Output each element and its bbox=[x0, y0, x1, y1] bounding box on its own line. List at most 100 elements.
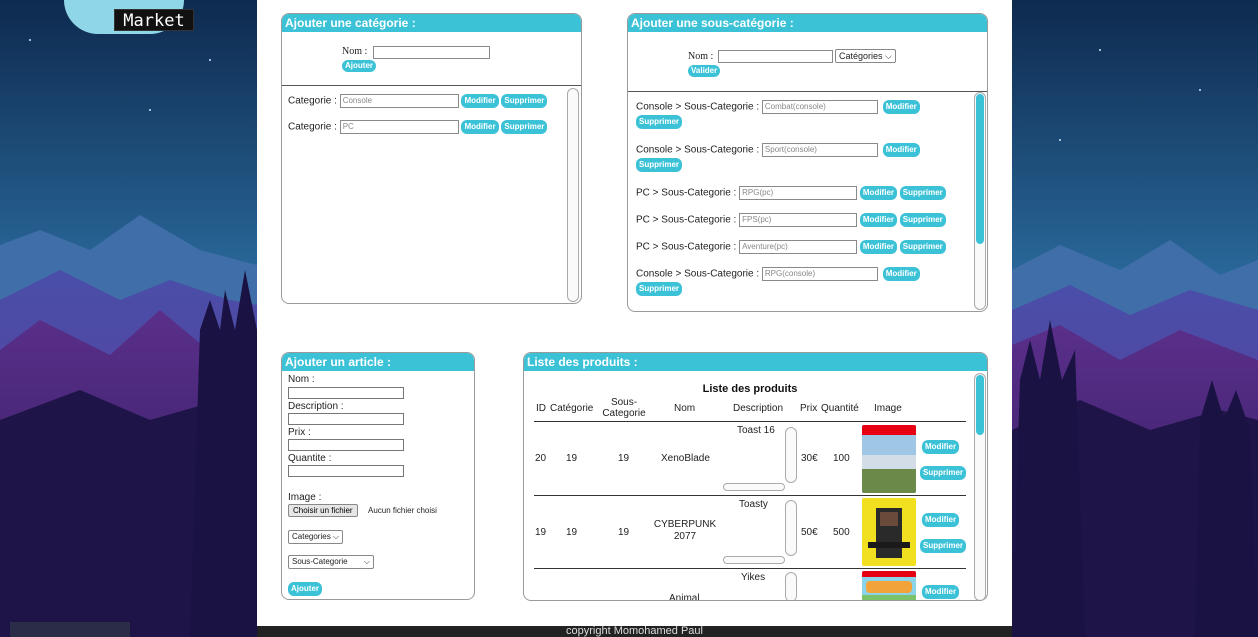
article-description-label: Description : bbox=[288, 401, 344, 412]
edit-subcategory-button[interactable]: Modifier bbox=[882, 267, 920, 281]
column-header-name: Nom bbox=[674, 403, 696, 414]
article-quantity-input[interactable] bbox=[288, 465, 404, 477]
edit-subcategory-button[interactable]: Modifier bbox=[859, 213, 897, 227]
subcategory-row-wrap: Supprimer bbox=[636, 282, 683, 296]
product-image-xenoblade bbox=[862, 425, 916, 493]
edit-subcategory-button[interactable]: Modifier bbox=[859, 240, 897, 254]
add-category-button[interactable]: Ajouter bbox=[342, 60, 376, 72]
column-header-description: Description bbox=[733, 403, 784, 414]
article-description-input[interactable] bbox=[288, 413, 404, 425]
edit-product-button[interactable]: Modifier bbox=[922, 440, 960, 454]
subcategory-list-scrollbar[interactable] bbox=[974, 92, 986, 310]
choose-file-button[interactable]: Choisir un fichier bbox=[288, 504, 358, 517]
products-list-title: Liste des produits : bbox=[524, 353, 987, 371]
article-price-input[interactable] bbox=[288, 439, 404, 451]
description-hscrollbar[interactable] bbox=[723, 556, 785, 564]
category-list-scrollbar[interactable] bbox=[567, 88, 579, 302]
category-row-label: Categorie : bbox=[288, 121, 337, 133]
site-logo[interactable]: Market bbox=[114, 9, 194, 31]
cell-name: CYBERPUNK 2077 bbox=[653, 519, 717, 542]
subcategory-name-input[interactable] bbox=[718, 50, 833, 63]
add-category-panel: Ajouter une catégorie : Nom : Ajouter Ca… bbox=[281, 13, 582, 304]
edit-category-button[interactable]: Modifier bbox=[461, 94, 499, 108]
delete-subcategory-button[interactable]: Supprimer bbox=[636, 158, 683, 172]
edit-subcategory-button[interactable]: Modifier bbox=[859, 186, 897, 200]
subcategory-value-input[interactable]: RPG(pc) bbox=[739, 186, 858, 200]
delete-subcategory-button[interactable]: Supprimer bbox=[899, 213, 946, 227]
article-image-label: Image : bbox=[288, 492, 322, 503]
category-value-input[interactable]: Console bbox=[339, 94, 459, 108]
cell-quantity: 500 bbox=[833, 527, 850, 538]
article-subcategory-select[interactable]: Sous-Categorie ⌵ bbox=[288, 555, 374, 569]
delete-category-button[interactable]: Supprimer bbox=[501, 120, 548, 134]
edit-product-button[interactable]: Modifier bbox=[922, 513, 960, 527]
edit-category-button[interactable]: Modifier bbox=[461, 120, 499, 134]
delete-subcategory-button[interactable]: Supprimer bbox=[899, 186, 946, 200]
cell-name: Animal bbox=[669, 593, 700, 601]
delete-product-button[interactable]: Supprimer bbox=[920, 539, 967, 553]
cell-price: 50€ bbox=[801, 527, 818, 538]
subcategory-row-label: Console > Sous-Categorie : bbox=[636, 101, 760, 113]
table-divider bbox=[534, 568, 966, 569]
subcategory-category-select[interactable]: Catégories ⌵ bbox=[835, 49, 896, 63]
category-name-input[interactable] bbox=[373, 46, 490, 59]
cell-price: 30€ bbox=[801, 453, 818, 464]
edit-subcategory-button[interactable]: Modifier bbox=[882, 100, 920, 114]
table-divider bbox=[534, 421, 966, 422]
description-scrollbar[interactable] bbox=[785, 500, 797, 556]
add-article-button[interactable]: Ajouter bbox=[288, 582, 322, 596]
category-name-label: Nom : bbox=[342, 46, 368, 57]
subcategory-row: Console > Sous-Categorie : Combat(consol… bbox=[636, 100, 920, 114]
column-header-subcategory: Sous- Categorie bbox=[602, 397, 646, 419]
subcategory-value-input[interactable]: Sport(console) bbox=[761, 143, 878, 157]
footer-text: copyright Momohamed Paul bbox=[566, 626, 703, 637]
delete-product-button[interactable]: Supprimer bbox=[920, 466, 967, 480]
delete-subcategory-button[interactable]: Supprimer bbox=[899, 240, 946, 254]
subcategory-name-label: Nom : bbox=[688, 51, 714, 62]
submit-subcategory-button[interactable]: Valider bbox=[688, 65, 721, 77]
add-article-panel: Ajouter un article : Nom : Description :… bbox=[281, 352, 475, 600]
taskbar-strip bbox=[10, 622, 130, 637]
subcategory-row-wrap: Supprimer bbox=[636, 115, 683, 129]
category-value-input[interactable]: PC bbox=[339, 120, 459, 134]
subcategory-value-input[interactable]: RPG(console) bbox=[761, 267, 878, 281]
scrollbar-thumb[interactable] bbox=[976, 375, 984, 435]
cell-description: Yikes bbox=[741, 572, 766, 583]
product-image-animal-crossing bbox=[862, 571, 916, 600]
cell-subcategory: 19 bbox=[618, 453, 630, 464]
subcategory-value-input[interactable]: FPS(pc) bbox=[739, 213, 858, 227]
article-name-input[interactable] bbox=[288, 387, 404, 399]
column-header-category: Catégorie bbox=[550, 403, 594, 414]
scrollbar-thumb[interactable] bbox=[976, 94, 984, 244]
subcategory-row-wrap: Supprimer bbox=[636, 158, 683, 172]
cell-name: XenoBlade bbox=[661, 453, 710, 464]
products-table-title: Liste des produits bbox=[702, 383, 798, 395]
cell-subcategory: 19 bbox=[618, 527, 630, 538]
delete-category-button[interactable]: Supprimer bbox=[501, 94, 548, 108]
subcategory-value-input[interactable]: Combat(console) bbox=[761, 100, 878, 114]
description-hscrollbar[interactable] bbox=[723, 483, 785, 491]
cell-category: 19 bbox=[566, 453, 578, 464]
chevron-down-icon: ⌵ bbox=[363, 557, 370, 566]
products-list-scrollbar[interactable] bbox=[974, 373, 986, 600]
add-category-form: Nom : Ajouter bbox=[282, 32, 581, 86]
category-row: Categorie : Console Modifier Supprimer bbox=[288, 94, 548, 108]
column-header-image: Image bbox=[874, 403, 902, 414]
column-header-id: ID bbox=[536, 403, 546, 414]
edit-subcategory-button[interactable]: Modifier bbox=[882, 143, 920, 157]
column-header-price: Prix bbox=[800, 403, 818, 414]
subcategory-value-input[interactable]: Aventure(pc) bbox=[739, 240, 858, 254]
edit-product-button[interactable]: Modifier bbox=[922, 585, 960, 599]
chevron-down-icon: ⌵ bbox=[885, 51, 892, 61]
file-status-text: Aucun fichier choisi bbox=[368, 506, 437, 515]
description-scrollbar[interactable] bbox=[785, 572, 797, 600]
chevron-down-icon: ⌵ bbox=[332, 532, 339, 541]
add-subcategory-form: Nom : Catégories ⌵ Valider bbox=[628, 32, 987, 92]
delete-subcategory-button[interactable]: Supprimer bbox=[636, 115, 683, 129]
description-scrollbar[interactable] bbox=[785, 427, 797, 483]
add-subcategory-panel: Ajouter une sous-catégorie : Nom : Catég… bbox=[627, 13, 988, 312]
subcategory-row: PC > Sous-Categorie : Aventure(pc) Modif… bbox=[636, 240, 946, 254]
delete-subcategory-button[interactable]: Supprimer bbox=[636, 282, 683, 296]
article-category-select[interactable]: Categories ⌵ bbox=[288, 530, 343, 544]
column-header-quantity: Quantité bbox=[821, 403, 859, 414]
